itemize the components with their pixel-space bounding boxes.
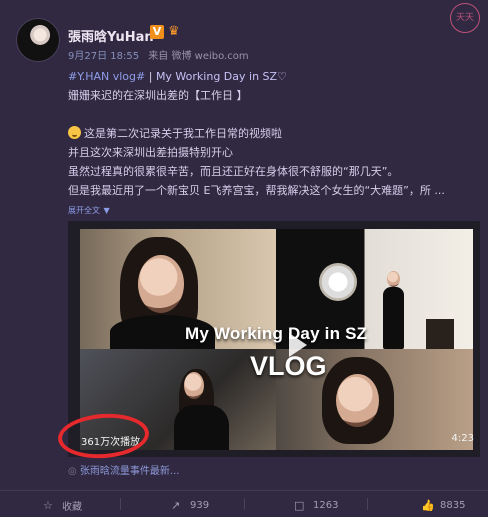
face-shape <box>138 255 184 313</box>
post-line-6: 但是我最近用了一个新宝贝 E飞养宫宝，帮我解决这个女生的“大难题”，所 ... <box>68 184 445 197</box>
related-icon: ◎ <box>68 466 77 477</box>
share-icon: ↗ <box>171 498 181 512</box>
star-icon: ☆ <box>43 498 53 512</box>
weibo-post-card: 天天 張雨晗YuHan V ♛ 9月27日 18:55 来自 微博 weibo.… <box>0 0 488 516</box>
video-thumbnail[interactable]: My Working Day in SZ VLOG <box>80 229 473 450</box>
post-line-5: 虽然过程真的很累很辛苦，而且还正好在身体很不舒服的“那几天”。 <box>68 165 399 178</box>
post-line-1: 姗姗来迟的在深圳出差的【工作日 】 <box>68 89 248 102</box>
play-icon[interactable] <box>289 333 307 357</box>
post-line-4: 并且这次来深圳出差拍摄特别开心 <box>68 146 233 159</box>
smile-emoji-icon <box>68 126 81 139</box>
like-count: 8835 <box>440 499 466 511</box>
share-count: 939 <box>190 499 210 511</box>
comment-button[interactable]: □ 1263 <box>294 498 338 512</box>
expand-full-text[interactable]: 展开全文 ▼ <box>68 200 473 219</box>
closeup-face-shape <box>336 374 379 427</box>
watermark-seal: 天天 <box>450 3 480 33</box>
divider <box>120 498 121 510</box>
favorite-label: 收藏 <box>62 501 82 513</box>
topic-separator: | <box>145 70 156 83</box>
post-date[interactable]: 9月27日 18:55 <box>68 51 139 62</box>
night-dress-shape <box>174 405 229 450</box>
comment-icon: □ <box>294 498 305 512</box>
divider <box>367 498 368 510</box>
crown-icon: ♛ <box>168 24 180 39</box>
avatar[interactable] <box>16 18 60 62</box>
verified-badge: V <box>150 25 164 39</box>
studio-light-shape <box>319 263 357 301</box>
related-topic-link[interactable]: 张雨晗流量事件最新... <box>80 466 180 477</box>
night-face-shape <box>184 372 204 399</box>
source-label: 来自 <box>148 51 169 62</box>
thumbs-up-icon: 👍 <box>421 498 435 512</box>
model-shape <box>383 287 404 349</box>
post-line-2 <box>68 105 473 124</box>
share-button[interactable]: ↗ 939 <box>171 498 209 512</box>
divider <box>244 498 245 510</box>
video-duration: 4:23 <box>451 433 474 444</box>
chevron-down-icon: ▼ <box>103 206 110 215</box>
expand-label: 展开全文 <box>68 206 100 215</box>
related-topic[interactable]: ◎ 张雨晗流量事件最新... <box>68 462 179 477</box>
post-text: #Y.HAN vlog# | My Working Day in SZ♡ 姗姗来… <box>68 67 473 219</box>
comment-count: 1263 <box>313 499 339 511</box>
source-link[interactable]: 微博 weibo.com <box>171 51 248 62</box>
topic-title: My Working Day in SZ♡ <box>155 70 287 83</box>
model-face-shape <box>387 271 400 287</box>
author-name[interactable]: 張雨晗YuHan <box>68 26 154 45</box>
topic-link[interactable]: #Y.HAN vlog# <box>68 70 145 83</box>
like-button[interactable]: 👍 8835 <box>421 498 465 512</box>
post-actions-bar: ☆ 收藏 ↗ 939 □ 1263 👍 8835 <box>0 490 488 517</box>
video-title-line-1: My Working Day in SZ <box>185 324 368 343</box>
post-line-3: 这是第二次记录关于我工作日常的视频啦 <box>84 127 282 140</box>
post-meta: 9月27日 18:55 来自 微博 weibo.com <box>68 47 249 62</box>
favorite-button[interactable]: ☆ 收藏 <box>43 498 82 513</box>
chair-shape <box>426 319 454 349</box>
